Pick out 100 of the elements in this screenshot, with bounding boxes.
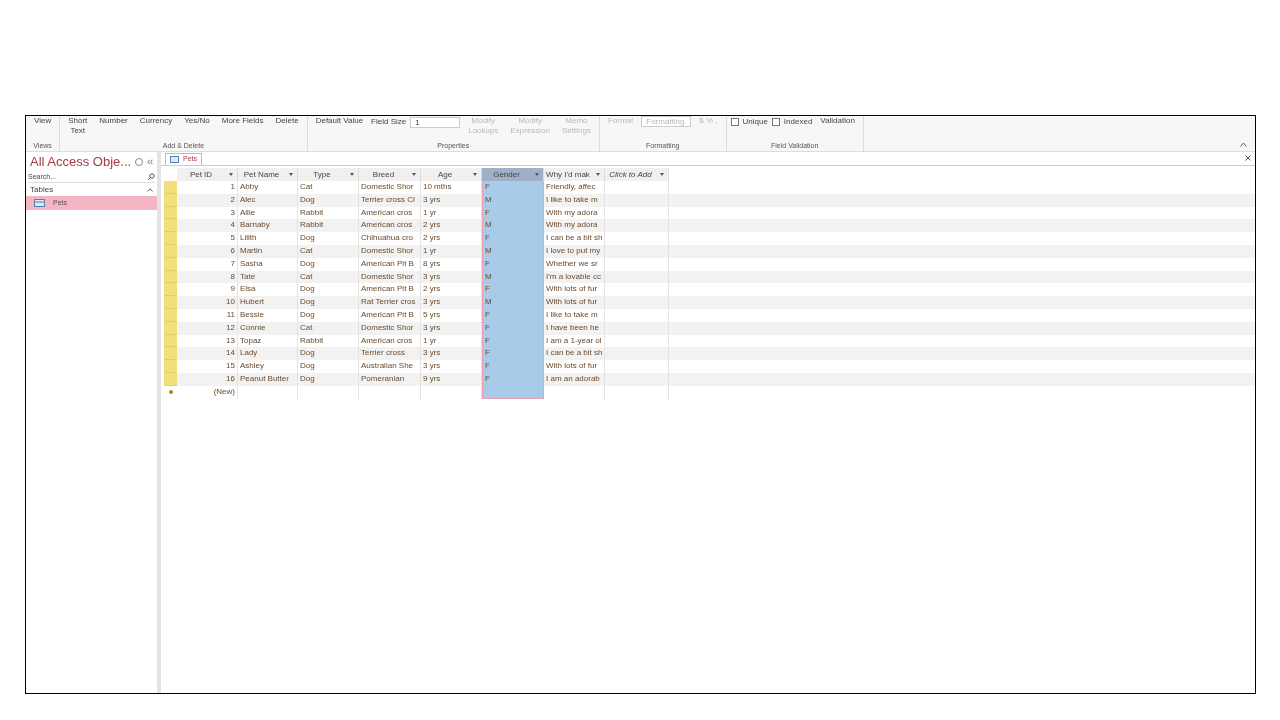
row-selector[interactable] xyxy=(164,283,177,297)
column-header[interactable]: Age xyxy=(421,168,482,181)
ribbon-button[interactable]: Number xyxy=(95,116,132,126)
dropdown-arrow-icon[interactable] xyxy=(596,173,600,176)
row-selector[interactable] xyxy=(164,360,177,373)
row-selector[interactable] xyxy=(164,232,177,245)
table-cell: Dog xyxy=(298,296,359,309)
ribbon-button[interactable]: More Fields xyxy=(217,116,268,126)
table-cell: Pomeranian xyxy=(359,372,421,386)
checkbox-label: Indexed xyxy=(783,116,813,128)
table-cell: 15 xyxy=(177,360,238,373)
table-cell: Alec xyxy=(238,193,298,207)
input-field[interactable]: 1 xyxy=(410,116,461,128)
ribbon-button[interactable]: View xyxy=(30,116,56,126)
nav-title: All Access Obje... xyxy=(30,153,132,172)
table-cell: 6 xyxy=(177,245,238,258)
table-cell: F xyxy=(482,360,544,373)
table-cell: Abby xyxy=(238,181,298,194)
table-cell: With lots of fur xyxy=(544,360,605,373)
table-cell: Cat xyxy=(298,321,359,335)
dropdown-arrow-icon[interactable] xyxy=(660,173,664,176)
dropdown-arrow-icon[interactable] xyxy=(412,173,416,176)
table-cell: Domestic Shor xyxy=(359,245,421,258)
table-cell: Peanut Butter xyxy=(238,372,298,386)
table-icon xyxy=(34,199,45,207)
ribbon-button[interactable]: Currency xyxy=(135,116,177,126)
row-selector[interactable] xyxy=(164,181,177,194)
table-cell: Martin xyxy=(238,245,298,258)
column-header[interactable]: Click to Add xyxy=(605,168,669,181)
column-header[interactable]: Breed xyxy=(359,168,421,181)
table-cell: Cat xyxy=(298,245,359,258)
new-record-icon xyxy=(168,390,173,395)
table-cell: Cat xyxy=(298,181,359,194)
table-cell: Dog xyxy=(298,257,359,271)
table-cell: Connie xyxy=(238,321,298,335)
collapse-icon[interactable] xyxy=(147,187,153,192)
table-cell: Rat Terrier cros xyxy=(359,296,421,309)
table-cell: 12 xyxy=(177,321,238,335)
ribbon-button[interactable]: Default Value xyxy=(311,116,368,126)
column-header[interactable]: Pet Name xyxy=(238,168,298,181)
table-cell: F xyxy=(482,232,544,245)
table-cell: Dog xyxy=(298,360,359,373)
column-header[interactable]: Gender xyxy=(482,168,544,181)
row-selector[interactable] xyxy=(164,347,177,361)
column-header[interactable]: Why I'd mak xyxy=(544,168,605,181)
checkbox[interactable] xyxy=(730,118,739,126)
ribbon-button[interactable]: Short Text xyxy=(64,116,92,136)
table-cell: 5 xyxy=(177,232,238,245)
table-cell: 7 xyxy=(177,257,238,271)
table-cell: Whether we sr xyxy=(544,257,605,271)
table-cell: I like to take m xyxy=(544,193,605,207)
table-cell: Dog xyxy=(298,308,359,322)
table-icon xyxy=(170,156,179,163)
table-cell: M xyxy=(482,296,544,309)
table-cell: Bessie xyxy=(238,308,298,322)
table-cell: 11 xyxy=(177,308,238,322)
table-cell: Australian She xyxy=(359,360,421,373)
table-cell: I can be a bit sh xyxy=(544,232,605,245)
column-header[interactable]: Type xyxy=(298,168,359,181)
ribbon-button[interactable]: Yes/No xyxy=(180,116,214,126)
table-cell: With lots of fur xyxy=(544,296,605,309)
table-cell: F xyxy=(482,283,544,297)
dropdown-arrow-icon[interactable] xyxy=(473,173,477,176)
table-cell: Hubert xyxy=(238,296,298,309)
table-cell: American Pit B xyxy=(359,257,421,271)
field-label: Field Size xyxy=(371,116,407,128)
table-cell: 1 xyxy=(177,181,238,194)
dropdown-arrow-icon[interactable] xyxy=(535,173,539,176)
row-selector[interactable] xyxy=(164,296,177,309)
table-cell: Domestic Shor xyxy=(359,321,421,335)
close-icon[interactable] xyxy=(1245,155,1251,161)
table-cell: Friendly, affec xyxy=(544,181,605,194)
table-cell: Terrier cross Cl xyxy=(359,193,421,207)
checkbox-label: Unique xyxy=(742,116,768,128)
table-cell: Chihuahua cro xyxy=(359,232,421,245)
column-header[interactable]: Pet ID xyxy=(177,168,238,181)
table-cell: 10 xyxy=(177,296,238,309)
table-cell: American Pit B xyxy=(359,308,421,322)
table-cell: (New) xyxy=(177,385,238,399)
dropdown-arrow-icon[interactable] xyxy=(350,173,354,176)
table-cell: F xyxy=(482,347,544,361)
row-selector[interactable] xyxy=(164,219,177,233)
table-cell: Ashley xyxy=(238,360,298,373)
table-cell: Sasha xyxy=(238,257,298,271)
ribbon-button[interactable]: Validation xyxy=(816,116,859,126)
section-header: Tables xyxy=(30,183,54,196)
table-cell: I have been he xyxy=(544,321,605,335)
collapse-pane-icon[interactable] xyxy=(146,159,153,165)
collapse-ribbon-icon[interactable] xyxy=(1240,142,1247,147)
checkbox[interactable] xyxy=(771,118,780,126)
table-cell: I am an adorab xyxy=(544,372,605,386)
table-cell: Dog xyxy=(298,232,359,245)
dropdown-arrow-icon[interactable] xyxy=(229,173,233,176)
table-cell: I love to put my xyxy=(544,245,605,258)
table-cell: F xyxy=(482,181,544,194)
table-cell: Dog xyxy=(298,372,359,386)
dropdown-arrow-icon[interactable] xyxy=(289,173,293,176)
ribbon-button[interactable]: Delete xyxy=(271,116,303,126)
table-cell: 2 xyxy=(177,193,238,207)
search-icon xyxy=(147,173,155,181)
